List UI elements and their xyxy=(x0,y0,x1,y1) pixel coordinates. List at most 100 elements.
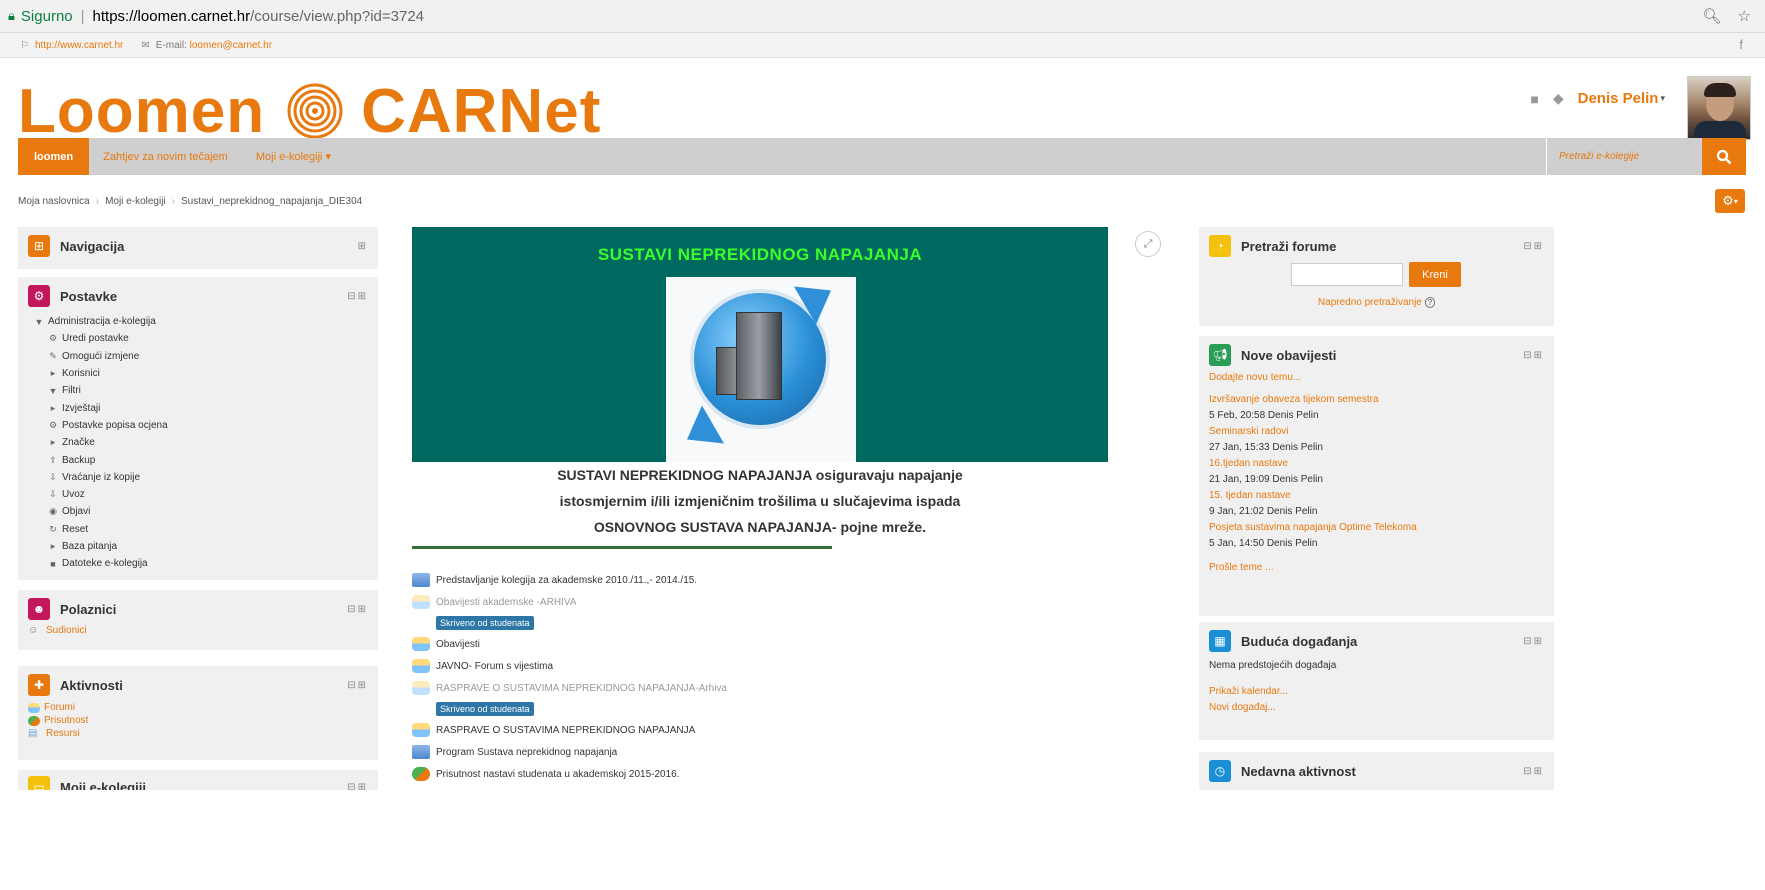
new-event-link[interactable]: Novi događaj... xyxy=(1209,702,1276,713)
forum-search-input[interactable] xyxy=(1291,263,1403,286)
nav-home[interactable]: loomen xyxy=(18,138,90,175)
website-link[interactable]: ⚐ http://www.carnet.hr xyxy=(20,40,123,51)
site-logo[interactable]: Loomen CARNet xyxy=(18,77,601,146)
activity-row[interactable]: RASPRAVE O SUSTAVIMA NEPREKIDNOG NAPAJAN… xyxy=(412,719,1112,741)
activity-link[interactable]: Obavijesti akademske -ARHIVA xyxy=(436,597,576,608)
activity-row[interactable]: Prisutnost nastavi studenata u akademsko… xyxy=(412,763,1112,785)
block-controls[interactable]: ⊟⊞ xyxy=(347,680,368,691)
block-controls[interactable]: ⊟⊞ xyxy=(1523,241,1544,252)
activity-link-resources[interactable]: ▤ Resursi xyxy=(28,727,368,740)
user-name[interactable]: Denis Pelin xyxy=(1578,90,1659,107)
news-post-title[interactable]: 15. tjedan nastave xyxy=(1209,490,1291,501)
activity-row[interactable]: Obavijesti akademske -ARHIVA xyxy=(412,591,1112,613)
tree-root[interactable]: ▼ Administracija e-kolegija xyxy=(28,313,368,330)
settings-item[interactable]: ▸ Izvještaji xyxy=(28,399,368,416)
settings-item-label[interactable]: Baza pitanja xyxy=(62,541,117,552)
settings-item-label[interactable]: Korisnici xyxy=(62,368,100,379)
settings-item-label[interactable]: Omogući izmjene xyxy=(62,351,139,362)
breadcrumb-my-courses[interactable]: Moji e-kolegiji xyxy=(105,196,166,207)
activity-link-text[interactable]: Prisutnost xyxy=(44,715,88,726)
message-icon[interactable]: ■ xyxy=(1530,91,1538,107)
settings-item-label[interactable]: Izvještaji xyxy=(62,403,100,414)
settings-item[interactable]: ◉ Objavi xyxy=(28,503,368,520)
activity-link-text[interactable]: Resursi xyxy=(46,728,80,739)
activity-row[interactable]: Obavijesti xyxy=(412,633,1112,655)
settings-item[interactable]: ⇪ Backup xyxy=(28,451,368,468)
nav-request-course[interactable]: Zahtjev za novim tečajem xyxy=(89,151,242,163)
activity-row[interactable]: RASPRAVE O SUSTAVIMA NEPREKIDNOG NAPAJAN… xyxy=(412,677,1112,699)
news-post-title[interactable]: Posjeta sustavima napajanja Optime Telek… xyxy=(1209,522,1417,533)
block-controls[interactable]: ⊟⊞ xyxy=(1523,766,1544,777)
user-caret-icon[interactable]: ▾ xyxy=(1660,93,1665,104)
advanced-search-link[interactable]: Napredno pretraživanje xyxy=(1318,297,1422,308)
add-topic-link[interactable]: Dodajte novu temu... xyxy=(1209,372,1301,383)
block-controls[interactable]: ⊟⊞ xyxy=(1523,636,1544,647)
block-controls[interactable]: ⊟⊞ xyxy=(347,291,368,302)
zoom-and-star-icons[interactable]: 🔍︎ ☆ xyxy=(1702,7,1757,25)
activity-link[interactable]: JAVNO- Forum s vijestima xyxy=(436,661,553,672)
settings-item-label[interactable]: Značke xyxy=(62,437,95,448)
settings-item[interactable]: ⇩ Vraćanje iz kopije xyxy=(28,469,368,486)
settings-item-label[interactable]: Uvoz xyxy=(62,489,85,500)
activity-link[interactable]: Prisutnost nastavi studenata u akademsko… xyxy=(436,769,680,780)
block-controls[interactable]: ⊟⊞ xyxy=(347,782,368,791)
activity-link[interactable]: RASPRAVE O SUSTAVIMA NEPREKIDNOG NAPAJAN… xyxy=(436,683,727,694)
settings-item[interactable]: ■ Datoteke e-kolegija xyxy=(28,555,368,572)
avatar[interactable] xyxy=(1687,76,1751,141)
settings-item-label[interactable]: Datoteke e-kolegija xyxy=(62,558,148,569)
participants-link-text[interactable]: Sudionici xyxy=(46,625,87,636)
block-controls[interactable]: ⊟⊞ xyxy=(1523,350,1544,361)
breadcrumb-home[interactable]: Moja naslovnica xyxy=(18,196,90,207)
notification-icon[interactable]: ◆ xyxy=(1553,90,1564,107)
settings-item[interactable]: ⇩ Uvoz xyxy=(28,486,368,503)
activity-link[interactable]: Predstavljanje kolegija za akademske 201… xyxy=(436,575,697,586)
settings-item[interactable]: ▸ Baza pitanja xyxy=(28,538,368,555)
block-controls[interactable]: ⊟⊞ xyxy=(347,604,368,615)
settings-item-label[interactable]: Backup xyxy=(62,455,95,466)
nav-my-courses[interactable]: Moji e-kolegiji ▾ xyxy=(242,150,345,163)
settings-item[interactable]: ⚙ Postavke popisa ocjena xyxy=(28,417,368,434)
settings-item-label[interactable]: Vraćanje iz kopije xyxy=(62,472,140,483)
settings-item-label[interactable]: Objavi xyxy=(62,506,90,517)
participants-link[interactable]: ☺ Sudionici xyxy=(28,624,368,637)
settings-item-label[interactable]: Postavke popisa ocjena xyxy=(62,420,168,431)
help-icon[interactable]: ? xyxy=(1424,297,1436,308)
search-button[interactable] xyxy=(1702,138,1746,175)
news-post-title[interactable]: Izvršavanje obaveza tijekom semestra xyxy=(1209,394,1379,405)
activity-link[interactable]: Program Sustava neprekidnog napajanja xyxy=(436,747,617,758)
settings-item[interactable]: ✎ Omogući izmjene xyxy=(28,348,368,365)
activity-link-forums[interactable]: Forumi xyxy=(28,701,368,714)
course-search-input[interactable]: Pretraži e-kolegije xyxy=(1546,138,1700,175)
settings-item[interactable]: ▼ Filtri xyxy=(28,382,368,399)
mail-icon: ✉ xyxy=(141,39,150,51)
settings-item[interactable]: ⚙ Uredi postavke xyxy=(28,330,368,347)
settings-item-label[interactable]: Uredi postavke xyxy=(62,333,129,344)
activity-link-attendance[interactable]: Prisutnost xyxy=(28,714,368,727)
settings-item-label[interactable]: Reset xyxy=(62,524,88,535)
settings-item[interactable]: ▸ Značke xyxy=(28,434,368,451)
browser-address-bar[interactable]: 🔒︎ Sigurno | https://loomen.carnet.hr /c… xyxy=(0,0,1765,33)
breadcrumb-current[interactable]: Sustavi_neprekidnog_napajanja_DIE304 xyxy=(181,196,362,207)
activity-link[interactable]: Obavijesti xyxy=(436,639,480,650)
email-link[interactable]: loomen@carnet.hr xyxy=(190,40,272,51)
older-topics-link[interactable]: Prošle teme ... xyxy=(1209,562,1273,573)
news-post-title[interactable]: 16.tjedan nastave xyxy=(1209,458,1288,469)
expand-icon[interactable]: ⤢ xyxy=(1135,231,1161,257)
activity-link-text[interactable]: Forumi xyxy=(44,702,75,713)
facebook-icon[interactable]: f xyxy=(1739,37,1743,52)
website-link-text[interactable]: http://www.carnet.hr xyxy=(35,40,123,51)
show-calendar-link[interactable]: Prikaži kalendar... xyxy=(1209,686,1288,697)
activity-link[interactable]: RASPRAVE O SUSTAVIMA NEPREKIDNOG NAPAJAN… xyxy=(436,725,695,736)
advanced-search[interactable]: Napredno pretraživanje ? xyxy=(1199,297,1554,308)
settings-gear-button[interactable]: ⚙ ▾ xyxy=(1715,189,1745,213)
search-go-button[interactable]: Kreni xyxy=(1409,262,1461,287)
block-controls[interactable]: ⊞ xyxy=(358,241,368,252)
activity-row[interactable]: Program Sustava neprekidnog napajanja xyxy=(412,741,1112,763)
settings-item-label[interactable]: Filtri xyxy=(62,385,81,396)
activity-row[interactable]: JAVNO- Forum s vijestima xyxy=(412,655,1112,677)
settings-item[interactable]: ▸ Korisnici xyxy=(28,365,368,382)
news-post-title[interactable]: Seminarski radovi xyxy=(1209,426,1288,437)
tree-root-label: Administracija e-kolegija xyxy=(48,316,156,328)
activity-row[interactable]: Predstavljanje kolegija za akademske 201… xyxy=(412,569,1112,591)
settings-item[interactable]: ↻ Reset xyxy=(28,521,368,538)
